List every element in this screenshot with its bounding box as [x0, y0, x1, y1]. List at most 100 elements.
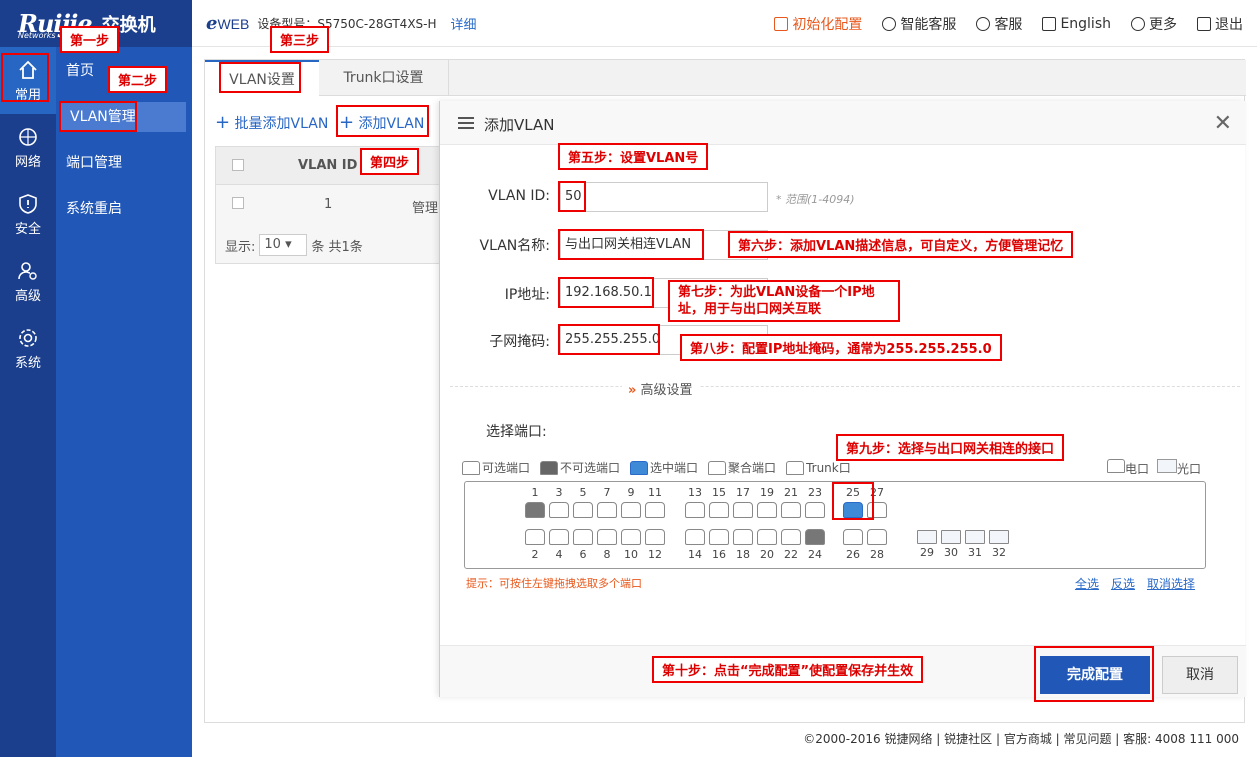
legend-trunk: Trunk口 — [786, 459, 851, 476]
callout-step1: 第一步 — [60, 26, 120, 53]
rail-item-security[interactable]: 安全 — [0, 181, 56, 248]
row-checkbox[interactable] — [232, 197, 244, 209]
rail-item-advanced[interactable]: 高级 — [0, 248, 56, 315]
drag-select-tip: 提示：可按住左键拖拽选取多个端口 — [466, 577, 642, 590]
subnav-item-port[interactable]: 端口管理 — [56, 148, 192, 178]
init-config-link[interactable]: 初始化配置 — [774, 14, 862, 34]
annotation-box-vlan-id — [558, 181, 586, 212]
port-18[interactable] — [733, 529, 753, 545]
rail-item-system[interactable]: 系统 — [0, 315, 56, 382]
fiber-port-32[interactable] — [989, 530, 1009, 544]
vlan-id-input[interactable]: 50 — [560, 182, 768, 212]
port-9[interactable] — [621, 502, 641, 518]
vlan-id-label: VLAN ID: — [488, 188, 550, 204]
port-23[interactable] — [805, 502, 825, 518]
fiber-port-31[interactable] — [965, 530, 985, 544]
port-number: 22 — [784, 548, 798, 561]
logout-link[interactable]: 退出 — [1197, 14, 1243, 34]
legend-fiber: 光口 — [1156, 459, 1201, 477]
port-4[interactable] — [549, 529, 569, 545]
port-3[interactable] — [549, 502, 569, 518]
port-11[interactable] — [645, 502, 665, 518]
reset-icon — [774, 16, 789, 31]
port-14[interactable] — [685, 529, 705, 545]
annotation-box-common — [1, 53, 49, 102]
cancel-button[interactable]: 取消 — [1162, 656, 1238, 694]
tab-trunk-settings[interactable]: Trunk口设置 — [319, 60, 449, 96]
port-number: 18 — [736, 548, 750, 561]
port-2[interactable] — [525, 529, 545, 545]
port-number: 19 — [760, 486, 774, 499]
callout-step9: 第九步：选择与出口网关相连的接口 — [836, 434, 1065, 461]
fiber-port-29[interactable] — [917, 530, 937, 544]
select-all-checkbox[interactable] — [232, 159, 244, 171]
translate-icon — [1042, 16, 1057, 31]
port-number: 1 — [531, 486, 539, 499]
subnav-item-reboot[interactable]: 系统重启 — [56, 194, 192, 224]
language-link[interactable]: English — [1042, 16, 1111, 32]
network-icon — [19, 127, 37, 146]
service-link[interactable]: 客服 — [976, 14, 1022, 34]
batch-add-vlan-button[interactable]: + 批量添加VLAN — [215, 112, 328, 133]
selection-links: 全选 反选 取消选择 — [1075, 575, 1195, 592]
select-all-link[interactable]: 全选 — [1075, 575, 1099, 592]
annotation-box-vlan-mgmt — [59, 101, 137, 132]
invert-selection-link[interactable]: 反选 — [1111, 575, 1135, 592]
port-12[interactable] — [645, 529, 665, 545]
user-gear-icon — [18, 261, 37, 280]
page-size-select[interactable]: 10 ▾ — [259, 234, 308, 256]
port-number: 3 — [555, 486, 563, 499]
fiber-port-30[interactable] — [941, 530, 961, 544]
close-icon[interactable]: ✕ — [1214, 111, 1232, 136]
dialog-header: 添加VLAN ✕ — [440, 101, 1246, 145]
port-21[interactable] — [781, 502, 801, 518]
smart-service-link[interactable]: 智能客服 — [882, 14, 956, 34]
rail-label: 系统 — [14, 355, 41, 371]
port-6[interactable] — [573, 529, 593, 545]
port-number: 7 — [603, 486, 611, 499]
port-1[interactable] — [525, 502, 545, 518]
rail-label: 网络 — [14, 154, 41, 170]
gear-icon — [19, 328, 37, 347]
advanced-divider — [450, 386, 1240, 387]
port-7[interactable] — [597, 502, 617, 518]
annotation-box-mask — [558, 324, 660, 355]
plus-icon: + — [215, 112, 231, 133]
port-19[interactable] — [757, 502, 777, 518]
port-number: 10 — [624, 548, 638, 561]
port-5[interactable] — [573, 502, 593, 518]
port-24[interactable] — [805, 529, 825, 545]
menu-icon — [458, 117, 474, 129]
port-number: 11 — [648, 486, 662, 499]
port-number: 32 — [992, 546, 1006, 559]
more-icon — [1131, 16, 1145, 31]
copper-port-icon — [1106, 459, 1125, 473]
col-vlan-id: VLAN ID — [298, 158, 358, 173]
port-20[interactable] — [757, 529, 777, 545]
clear-selection-link[interactable]: 取消选择 — [1147, 575, 1195, 592]
rail-label: 高级 — [14, 288, 41, 304]
port-16[interactable] — [709, 529, 729, 545]
port-8[interactable] — [597, 529, 617, 545]
total-count: 条 共1条 — [311, 239, 363, 255]
port-number: 4 — [555, 548, 563, 561]
port-number: 15 — [712, 486, 726, 499]
port-15[interactable] — [709, 502, 729, 518]
port-13[interactable] — [685, 502, 705, 518]
port-10[interactable] — [621, 529, 641, 545]
port-28[interactable] — [867, 529, 887, 545]
robot-icon — [882, 16, 897, 31]
legend-selected: 选中端口 — [630, 459, 698, 476]
port-26[interactable] — [843, 529, 863, 545]
port-22[interactable] — [781, 529, 801, 545]
rail-item-network[interactable]: 网络 — [0, 114, 56, 181]
port-trunk-icon — [786, 460, 805, 475]
left-rail: 常用 网络 安全 高级 系统 — [0, 0, 56, 757]
callout-step5: 第五步：设置VLAN号 — [558, 143, 709, 170]
detail-link[interactable]: 详细 — [451, 14, 477, 33]
advanced-settings-toggle[interactable]: » 高级设置 — [622, 379, 699, 398]
port-available-icon — [462, 460, 480, 475]
ip-label: IP地址: — [504, 287, 550, 303]
port-17[interactable] — [733, 502, 753, 518]
more-link[interactable]: 更多 — [1131, 14, 1177, 34]
